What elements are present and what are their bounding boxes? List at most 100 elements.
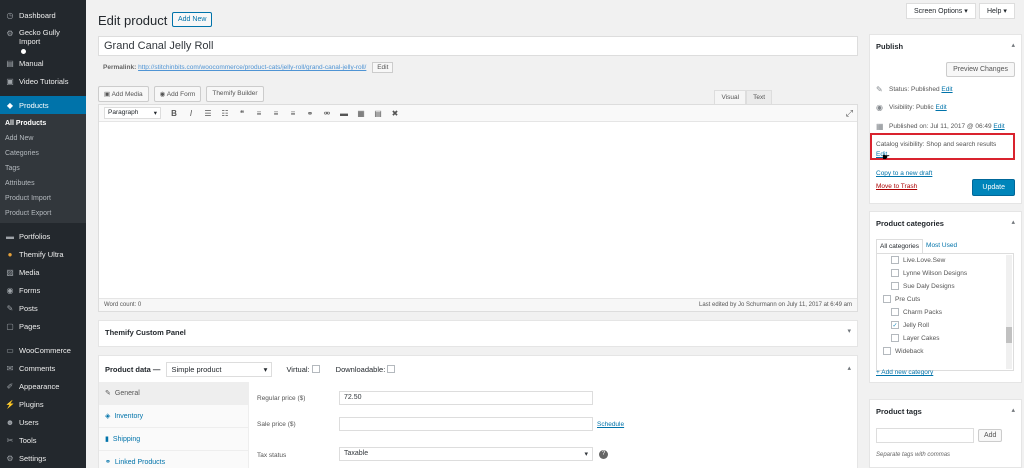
sidebar-item-posts[interactable]: ✎ Posts xyxy=(0,299,86,317)
sidebar-item-appearance[interactable]: ✐ Appearance xyxy=(0,377,86,395)
sidebar-item-video-tutorials[interactable]: ▣ Video Tutorials xyxy=(0,72,86,90)
submenu-attributes[interactable]: Attributes xyxy=(0,176,86,191)
category-checkbox[interactable] xyxy=(891,334,899,342)
sidebar-item-plugins[interactable]: ⚡ Plugins xyxy=(0,395,86,413)
submenu-product-export[interactable]: Product Export xyxy=(0,206,86,221)
category-checkbox[interactable] xyxy=(891,269,899,277)
tax-status-select[interactable]: Taxable ▾ xyxy=(339,447,593,461)
schedule-link[interactable]: Schedule xyxy=(597,421,624,428)
category-item[interactable]: Lynne Wilson Designs xyxy=(891,269,967,277)
permalink-edit-button[interactable]: Edit xyxy=(372,62,394,73)
sidebar-item-portfolios[interactable]: ▬ Portfolios xyxy=(0,227,86,245)
product-title-input[interactable]: Grand Canal Jelly Roll xyxy=(98,36,858,56)
category-item[interactable]: Wideback xyxy=(883,347,924,355)
sale-price-input[interactable] xyxy=(339,417,593,431)
numbered-list-icon[interactable]: ☷ xyxy=(221,109,229,118)
submenu-categories[interactable]: Categories xyxy=(0,146,86,161)
tab-linked-products[interactable]: ⚭ Linked Products xyxy=(99,451,248,468)
submenu-tags[interactable]: Tags xyxy=(0,161,86,176)
unlink-icon[interactable]: ⚮ xyxy=(323,109,331,118)
tab-all-categories[interactable]: All categories xyxy=(876,239,924,253)
sidebar-item-woocommerce[interactable]: ▭ WooCommerce xyxy=(0,341,86,359)
collapse-arrow-icon[interactable]: ▴ xyxy=(1011,41,1015,49)
sidebar-item-pages[interactable]: ▢ Pages xyxy=(0,317,86,335)
copy-to-draft-link[interactable]: Copy to a new draft xyxy=(876,170,932,177)
tab-inventory[interactable]: ◈ Inventory xyxy=(99,405,248,428)
category-item[interactable]: Pre Cuts xyxy=(883,295,920,303)
submenu-add-new[interactable]: Add New xyxy=(0,131,86,146)
category-item[interactable]: Charm Packs xyxy=(891,308,942,316)
read-more-icon[interactable]: ▬ xyxy=(340,109,348,118)
category-item[interactable]: Live.Love.Sew xyxy=(891,256,945,264)
tag-input[interactable] xyxy=(876,428,974,443)
sidebar-item-users[interactable]: ☻ Users xyxy=(0,413,86,431)
category-item[interactable]: ✓ Jelly Roll xyxy=(891,321,929,329)
submenu-product-import[interactable]: Product Import xyxy=(0,191,86,206)
category-item[interactable]: Layer Cakes xyxy=(891,334,940,342)
category-checkbox[interactable] xyxy=(883,295,891,303)
blockquote-icon[interactable]: ❝ xyxy=(238,109,246,118)
sidebar-item-manual[interactable]: ▤ Manual xyxy=(0,54,86,72)
fullscreen-icon[interactable]: ⤢ xyxy=(846,108,853,119)
align-right-icon[interactable]: ≡ xyxy=(289,109,297,118)
preview-changes-button[interactable]: Preview Changes xyxy=(946,62,1015,77)
themify-builder-button[interactable]: Themify Builder xyxy=(206,86,264,102)
table-icon[interactable]: ▤ xyxy=(374,109,382,118)
update-button[interactable]: Update xyxy=(972,179,1015,196)
status-edit-link[interactable]: Edit xyxy=(941,86,952,93)
move-to-trash-link[interactable]: Move to Trash xyxy=(876,183,917,190)
tab-shipping[interactable]: ▮ Shipping xyxy=(99,428,248,451)
shortcode-icon[interactable]: ✖ xyxy=(391,109,399,118)
screen-options-button[interactable]: Screen Options ▾ xyxy=(906,3,976,19)
themify-custom-panel[interactable]: Themify Custom Panel ▾ xyxy=(98,320,858,347)
category-checkbox[interactable] xyxy=(883,347,891,355)
visibility-edit-link[interactable]: Edit xyxy=(936,104,947,111)
tab-general[interactable]: ✎ General xyxy=(99,382,248,405)
italic-icon[interactable]: I xyxy=(187,109,195,118)
add-media-button[interactable]: ▣ Add Media xyxy=(98,86,149,102)
collapse-arrow-icon[interactable]: ▴ xyxy=(1011,406,1015,414)
category-item[interactable]: Sue Daly Designs xyxy=(891,282,955,290)
toggle-arrow-icon[interactable]: ▾ xyxy=(847,327,851,335)
regular-price-input[interactable]: 72.50 xyxy=(339,391,593,405)
help-button[interactable]: Help ▾ xyxy=(979,3,1015,19)
category-checkbox-checked[interactable]: ✓ xyxy=(891,321,899,329)
tab-most-used[interactable]: Most Used xyxy=(923,239,960,253)
virtual-checkbox[interactable] xyxy=(311,365,320,373)
sidebar-item-tools[interactable]: ✂ Tools xyxy=(0,431,86,449)
bold-icon[interactable]: B xyxy=(170,109,178,118)
add-tag-button[interactable]: Add xyxy=(978,429,1003,442)
align-center-icon[interactable]: ≡ xyxy=(272,109,280,118)
format-select[interactable]: Paragraph ▾ xyxy=(104,107,161,119)
category-checkbox[interactable] xyxy=(891,256,899,264)
bullet-list-icon[interactable]: ☰ xyxy=(204,109,212,118)
sidebar-item-gecko-gully-import[interactable]: ⚙ Gecko Gully Import xyxy=(0,24,86,54)
add-new-button[interactable]: Add New xyxy=(172,12,213,27)
tab-text[interactable]: Text xyxy=(746,90,772,105)
downloadable-checkbox[interactable] xyxy=(387,365,396,373)
permalink-url[interactable]: http://stitchinbits.com/woocommerce/prod… xyxy=(138,64,366,71)
add-form-button[interactable]: ◉ Add Form xyxy=(153,86,202,102)
collapse-arrow-icon[interactable]: ▴ xyxy=(847,364,851,372)
category-checkbox[interactable] xyxy=(891,308,899,316)
sidebar-item-themify-ultra[interactable]: ● Themify Ultra xyxy=(0,245,86,263)
toolbar-toggle-icon[interactable]: ▦ xyxy=(357,109,365,118)
product-type-select[interactable]: Simple product ▾ xyxy=(166,361,273,377)
sidebar-item-media[interactable]: ▨ Media xyxy=(0,263,86,281)
category-checkbox[interactable] xyxy=(891,282,899,290)
sidebar-item-products[interactable]: ◆ Products xyxy=(0,96,86,114)
align-left-icon[interactable]: ≡ xyxy=(255,109,263,118)
link-icon[interactable]: ⚭ xyxy=(306,109,314,118)
category-scrollbar[interactable] xyxy=(1006,255,1012,369)
scrollbar-thumb[interactable] xyxy=(1006,327,1012,343)
add-new-category-link[interactable]: + Add new category xyxy=(876,369,933,376)
help-tip-icon[interactable]: ? xyxy=(599,450,608,459)
sidebar-item-forms[interactable]: ◉ Forms xyxy=(0,281,86,299)
sidebar-item-settings[interactable]: ⚙ Settings xyxy=(0,449,86,467)
published-on-edit-link[interactable]: Edit xyxy=(993,123,1004,130)
submenu-all-products[interactable]: All Products xyxy=(0,116,86,131)
editor-body[interactable] xyxy=(99,122,857,298)
collapse-arrow-icon[interactable]: ▴ xyxy=(1011,218,1015,226)
sidebar-item-dashboard[interactable]: ◷ Dashboard xyxy=(0,6,86,24)
sidebar-item-comments[interactable]: ✉ Comments xyxy=(0,359,86,377)
